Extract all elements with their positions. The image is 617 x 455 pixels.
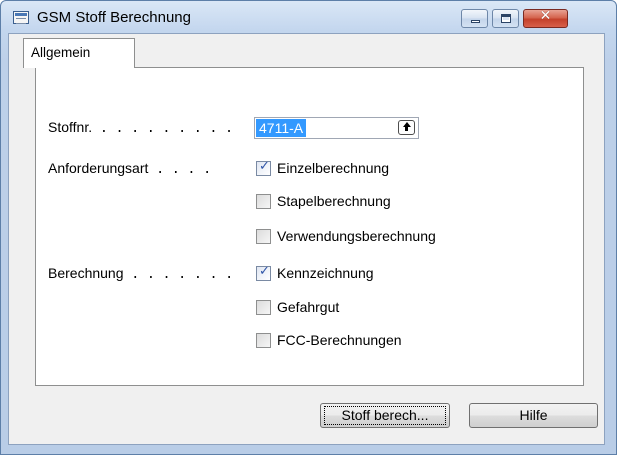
checkbox-label[interactable]: Einzelberechnung bbox=[277, 160, 389, 176]
stoffnr-value[interactable]: 4711-A bbox=[256, 119, 307, 137]
anforderungsart-label-text: Anforderungsart bbox=[48, 160, 149, 176]
checkbox-label[interactable]: FCC-Berechnungen bbox=[277, 332, 402, 348]
hilfe-button[interactable]: Hilfe bbox=[469, 403, 598, 428]
checkbox-box[interactable] bbox=[256, 333, 271, 348]
berechnung-label-dots: . . . . . . . bbox=[131, 267, 234, 282]
close-icon: ✕ bbox=[539, 8, 552, 24]
anforderungsart-label: Anforderungsart . . . . bbox=[48, 160, 211, 177]
stoff-berech-button[interactable]: Stoff berech... bbox=[320, 403, 450, 428]
checkbox-label[interactable]: Verwendungsberechnung bbox=[277, 228, 436, 244]
stoffnr-label-dots: . . . . . . . . . bbox=[99, 121, 233, 136]
berechnung-label-text: Berechnung bbox=[48, 265, 124, 281]
stoffnr-label: Stoffnr. . . . . . . . . . bbox=[48, 119, 233, 136]
window-title: GSM Stoff Berechnung bbox=[37, 9, 191, 26]
form-icon[interactable] bbox=[13, 11, 29, 24]
anforderungsart-label-dots: . . . . bbox=[156, 162, 212, 177]
checkbox-label[interactable]: Kennzeichnung bbox=[277, 265, 374, 281]
hilfe-label: Hilfe bbox=[519, 407, 548, 423]
tab-label: Allgemein bbox=[31, 45, 91, 60]
checkbox-box[interactable] bbox=[256, 300, 271, 315]
tab-allgemein[interactable]: Allgemein bbox=[23, 38, 135, 68]
title-bar[interactable]: GSM Stoff Berechnung ✕ bbox=[1, 1, 616, 35]
maximize-icon bbox=[501, 14, 511, 23]
minimize-button[interactable] bbox=[461, 9, 488, 28]
stoffnr-input[interactable]: 4711-A bbox=[254, 117, 419, 139]
stoffnr-label-text: Stoffnr. bbox=[48, 119, 93, 135]
close-button[interactable]: ✕ bbox=[523, 8, 568, 28]
berechnung-label: Berechnung . . . . . . . bbox=[48, 265, 233, 282]
minimize-icon bbox=[471, 20, 480, 23]
checkbox-box[interactable]: ✓ bbox=[256, 264, 271, 281]
checkbox-box[interactable] bbox=[256, 194, 271, 209]
checkbox-box[interactable] bbox=[256, 229, 271, 244]
checkbox-box[interactable]: ✓ bbox=[256, 159, 271, 176]
checkmark-icon: ✓ bbox=[259, 159, 270, 174]
checkbox-label[interactable]: Gefahrgut bbox=[277, 299, 339, 315]
checkbox-label[interactable]: Stapelberechnung bbox=[277, 193, 391, 209]
lookup-button[interactable] bbox=[398, 120, 415, 135]
maximize-button[interactable] bbox=[492, 9, 519, 28]
checkmark-icon: ✓ bbox=[259, 264, 270, 279]
